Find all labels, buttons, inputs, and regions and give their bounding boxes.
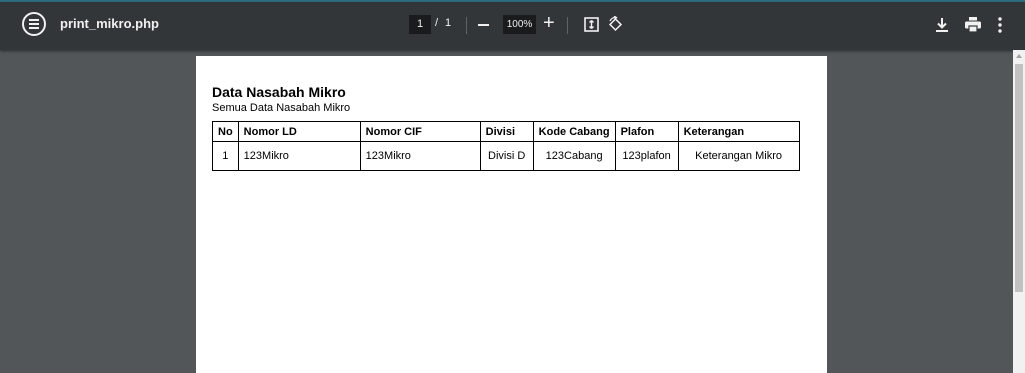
cell-keterangan: Keterangan Mikro [677, 141, 800, 171]
cell-nomor-cif: 123Mikro [359, 141, 481, 171]
rotate-icon[interactable] [607, 16, 624, 33]
more-options-icon[interactable] [998, 17, 1002, 33]
file-name: print_mikro.php [60, 16, 159, 31]
menu-icon[interactable] [22, 12, 46, 36]
pdf-page: Data Nasabah Mikro Semua Data Nasabah Mi… [196, 56, 827, 373]
column-header-nomor-ld: Nomor LD [237, 121, 361, 142]
pdf-toolbar: print_mikro.php 1 / 1 100% + [0, 2, 1025, 50]
nasabah-table: No Nomor LD Nomor CIF Divisi Kode Cabang… [212, 121, 800, 171]
document-subtitle: Semua Data Nasabah Mikro [212, 102, 351, 114]
table-header-row: No Nomor LD Nomor CIF Divisi Kode Cabang… [212, 121, 800, 142]
print-icon[interactable] [965, 17, 981, 32]
cell-plafon: 123plafon [614, 141, 679, 171]
column-header-kode-cabang: Kode Cabang [532, 121, 616, 142]
download-icon[interactable] [935, 17, 949, 33]
column-header-divisi: Divisi [479, 121, 534, 142]
toolbar-divider [567, 17, 568, 34]
zoom-level-input[interactable]: 100% [503, 15, 536, 34]
zoom-out-button[interactable] [478, 24, 489, 26]
cell-no: 1 [212, 141, 239, 171]
document-title: Data Nasabah Mikro [212, 84, 346, 100]
column-header-keterangan: Keterangan [677, 121, 800, 142]
column-header-no: No [212, 121, 239, 142]
vertical-scrollbar[interactable] [1013, 50, 1025, 373]
total-pages: 1 [445, 17, 452, 29]
zoom-in-button[interactable]: + [543, 13, 555, 33]
cell-divisi: Divisi D [479, 141, 534, 171]
page-separator: / [435, 17, 439, 29]
column-header-plafon: Plafon [614, 121, 679, 142]
table-row: 1 123Mikro 123Mikro Divisi D 123Cabang 1… [212, 141, 800, 171]
scroll-thumb[interactable] [1015, 64, 1023, 292]
fit-to-page-icon[interactable] [584, 17, 599, 32]
toolbar-divider [466, 17, 467, 34]
column-header-nomor-cif: Nomor CIF [359, 121, 481, 142]
current-page-input[interactable]: 1 [409, 15, 431, 34]
cell-kode-cabang: 123Cabang [532, 141, 616, 171]
scroll-up-arrow-icon[interactable] [1016, 54, 1022, 58]
cell-nomor-ld: 123Mikro [237, 141, 361, 171]
